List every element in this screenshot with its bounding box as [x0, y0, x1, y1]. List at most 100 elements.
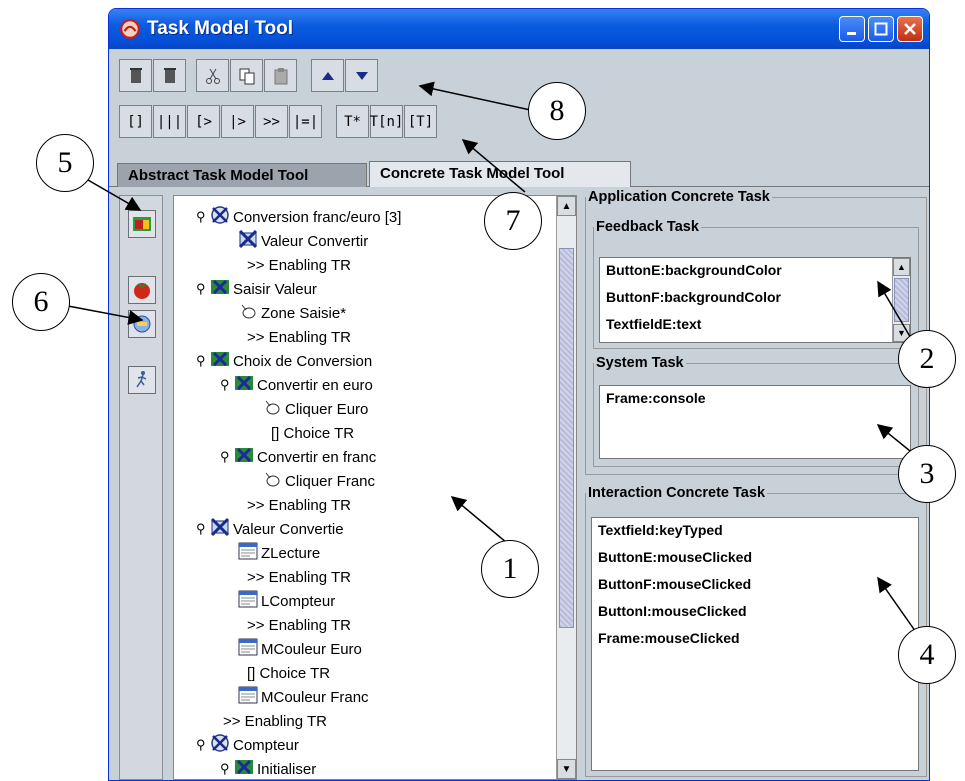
optional-task-button[interactable]: [T] [404, 105, 437, 138]
expand-toggle-icon[interactable]: ⚲ [196, 281, 210, 297]
title-bar: Task Model Tool [109, 9, 929, 49]
finite-iteration-button[interactable]: T[n] [370, 105, 403, 138]
callout-1: 1 [481, 540, 539, 598]
system-task-list[interactable]: Frame:console [599, 385, 911, 459]
list-item[interactable]: ButtonF:backgroundColor [600, 285, 910, 312]
hand-pointer-icon [262, 469, 282, 493]
cut-button[interactable] [196, 59, 229, 92]
move-up-button[interactable] [311, 59, 344, 92]
expand-toggle-icon[interactable]: ⚲ [196, 737, 210, 753]
tree-node[interactable]: MCouleur Franc [238, 686, 369, 708]
tree-node-label: Compteur [233, 736, 299, 754]
feedback-task-list[interactable]: ButtonE:backgroundColor ButtonF:backgrou… [599, 257, 911, 343]
tree-node[interactable]: Zone Saisie* [238, 302, 346, 324]
copy-icon [239, 68, 254, 84]
suspend-operator-button[interactable]: |> [221, 105, 254, 138]
tree-node[interactable]: Cliquer Franc [262, 470, 375, 492]
tree-node[interactable]: ⚲ Compteur [196, 734, 299, 756]
tree-node[interactable]: >> Enabling TR [238, 326, 351, 348]
close-icon [904, 23, 916, 35]
tree-node[interactable]: ⚲ Conversion franc/euro [3] [196, 206, 401, 228]
tree-node[interactable]: ⚲ Convertir en franc [220, 446, 376, 468]
list-item[interactable]: Frame:mouseClicked [592, 626, 918, 653]
tab-concrete-task-model[interactable]: Concrete Task Model Tool [369, 161, 631, 187]
list-item[interactable]: Textfield:keyTyped [592, 518, 918, 545]
interaction-task-list[interactable]: Textfield:keyTyped ButtonE:mouseClicked … [591, 517, 919, 771]
tree-node[interactable]: Valeur Convertir [238, 229, 368, 252]
expand-toggle-icon[interactable]: ⚲ [220, 449, 234, 465]
tree-node[interactable]: [] Choice TR [238, 662, 330, 684]
window-icon [238, 685, 258, 709]
tab-abstract-task-model[interactable]: Abstract Task Model Tool [117, 163, 367, 187]
scroll-thumb[interactable] [894, 278, 909, 322]
tree-node-label: Zone Saisie* [261, 304, 347, 322]
tree-node-label: Choix de Conversion [233, 352, 373, 370]
list-item[interactable]: ButtonE:mouseClicked [592, 545, 918, 572]
maximize-button[interactable] [868, 16, 894, 42]
tree-node-label: >> Enabling TR [247, 616, 351, 634]
order-independence-button[interactable]: |=| [289, 105, 322, 138]
tree-node[interactable]: ⚲ Choix de Conversion [196, 350, 372, 372]
tree-node[interactable]: >> Enabling TR [238, 494, 351, 516]
task-tree[interactable]: ⚲ Initialiser ⚲ Compteur >> Enabling TR MCo… [173, 195, 577, 780]
expand-toggle-icon[interactable]: ⚲ [220, 377, 234, 393]
task-model-window: Task Model Tool [] ||| [> |> >> |=| T* T… [108, 8, 930, 781]
right-panel: Application Concrete Task Feedback Task … [583, 189, 929, 780]
scroll-up-button[interactable]: ▲ [557, 196, 576, 216]
tree-node[interactable]: ⚲ Saisir Valeur [196, 278, 317, 300]
tree-node[interactable]: >> Enabling TR [238, 566, 351, 588]
tree-node-label: [] Choice TR [271, 424, 355, 442]
list-item[interactable]: ButtonI:mouseClicked [592, 599, 918, 626]
tree-node[interactable]: >> Enabling TR [214, 710, 327, 732]
tree-node[interactable]: >> Enabling TR [238, 254, 351, 276]
paste-button[interactable] [264, 59, 297, 92]
concurrency-operator-button[interactable]: ||| [153, 105, 186, 138]
callout-4: 4 [898, 626, 956, 684]
tree-node[interactable]: ⚲ Convertir en euro [220, 374, 373, 396]
tree-node[interactable]: >> Enabling TR [238, 614, 351, 636]
generate-button[interactable] [128, 310, 156, 338]
list-item[interactable]: ButtonE:backgroundColor [600, 258, 910, 285]
associate-button[interactable] [128, 210, 156, 238]
move-down-button[interactable] [345, 59, 378, 92]
expand-toggle-icon[interactable]: ⚲ [196, 353, 210, 369]
list-item[interactable]: Frame:console [600, 386, 910, 413]
list-item[interactable]: TextfieldE:text [600, 312, 910, 339]
scroll-down-button[interactable]: ▼ [557, 759, 576, 779]
tree-node-label: MCouleur Franc [261, 688, 369, 706]
main-content: ⚲ Initialiser ⚲ Compteur >> Enabling TR MCo… [109, 187, 929, 780]
running-man-icon [136, 371, 147, 388]
tree-node-label: Initialiser [257, 760, 317, 778]
expand-toggle-icon[interactable]: ⚲ [196, 521, 210, 537]
scroll-thumb[interactable] [559, 248, 574, 628]
record-button[interactable] [128, 276, 156, 304]
feedback-scrollbar[interactable]: ▲ ▼ [892, 258, 910, 342]
copy-button[interactable] [230, 59, 263, 92]
paste-icon [274, 67, 287, 84]
tree-node[interactable]: LCompteur [238, 590, 335, 612]
expand-toggle-icon[interactable]: ⚲ [220, 761, 234, 777]
delete-all-button[interactable] [153, 59, 186, 92]
deactivation-operator-button[interactable]: [> [187, 105, 220, 138]
tree-node[interactable]: ZLecture [238, 542, 320, 564]
list-item[interactable]: ButtonF:mouseClicked [592, 572, 918, 599]
close-button[interactable] [897, 16, 923, 42]
choice-operator-button[interactable]: [] [119, 105, 152, 138]
tree-node-label: Saisir Valeur [233, 280, 317, 298]
run-button[interactable] [128, 366, 156, 394]
tree-node[interactable]: MCouleur Euro [238, 638, 362, 660]
delete-button[interactable] [119, 59, 152, 92]
tree-node[interactable]: ⚲ Initialiser [220, 758, 317, 779]
robot-face-icon [133, 315, 151, 333]
tree-node-label: >> Enabling TR [247, 256, 351, 274]
iteration-button[interactable]: T* [336, 105, 369, 138]
tree-scrollbar[interactable]: ▲ ▼ [556, 196, 576, 779]
expand-toggle-icon[interactable]: ⚲ [196, 209, 210, 225]
tree-node[interactable]: Cliquer Euro [262, 398, 368, 420]
tree-node[interactable]: ⚲ Valeur Convertie [196, 517, 344, 540]
tree-node[interactable]: [] Choice TR [262, 422, 354, 444]
scroll-up-button[interactable]: ▲ [893, 258, 910, 276]
enabling-operator-button[interactable]: >> [255, 105, 288, 138]
tomato-icon [134, 283, 150, 299]
minimize-button[interactable] [839, 16, 865, 42]
